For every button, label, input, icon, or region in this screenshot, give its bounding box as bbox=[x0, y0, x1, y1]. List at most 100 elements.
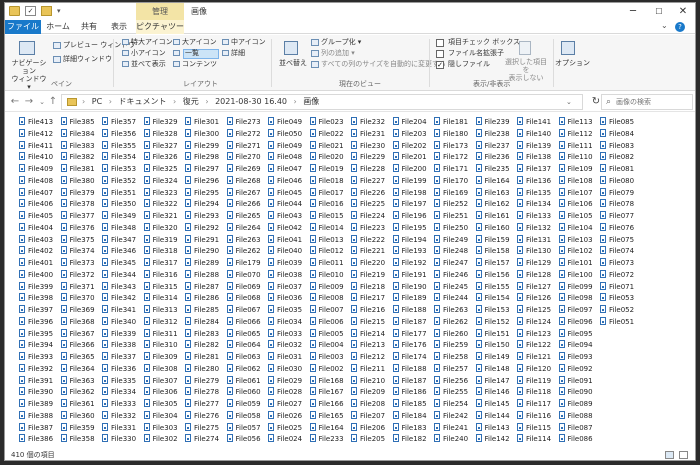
file-item[interactable]: File089 bbox=[558, 398, 593, 410]
file-item[interactable]: File227 bbox=[351, 175, 385, 187]
layout-content[interactable]: コンテンツ bbox=[182, 60, 217, 69]
file-item[interactable]: File014 bbox=[309, 222, 344, 234]
file-item[interactable]: File407 bbox=[19, 187, 53, 199]
file-item[interactable]: File274 bbox=[185, 433, 219, 445]
file-item[interactable]: File263 bbox=[226, 234, 261, 246]
file-item[interactable]: File015 bbox=[309, 210, 344, 222]
file-item[interactable]: File134 bbox=[517, 198, 551, 210]
file-item[interactable]: File125 bbox=[517, 304, 551, 316]
file-item[interactable]: File270 bbox=[226, 151, 261, 163]
file-item[interactable]: File085 bbox=[600, 116, 634, 128]
file-item[interactable]: File354 bbox=[102, 151, 136, 163]
file-item[interactable]: File404 bbox=[19, 222, 53, 234]
file-item[interactable]: File072 bbox=[600, 269, 634, 281]
quick-access-dropdown-icon[interactable]: ▾ bbox=[57, 6, 68, 16]
file-item[interactable]: File288 bbox=[185, 269, 219, 281]
file-item[interactable]: File076 bbox=[600, 222, 634, 234]
file-item[interactable]: File129 bbox=[517, 257, 551, 269]
file-item[interactable]: File291 bbox=[185, 234, 219, 246]
file-item[interactable]: File359 bbox=[60, 422, 95, 434]
file-item[interactable]: File265 bbox=[226, 210, 261, 222]
file-item[interactable]: File025 bbox=[268, 422, 302, 434]
file-item[interactable]: File339 bbox=[102, 328, 136, 340]
file-item[interactable]: File092 bbox=[558, 363, 593, 375]
details-view-button[interactable] bbox=[665, 451, 674, 459]
file-item[interactable]: File043 bbox=[268, 210, 302, 222]
file-item[interactable]: File411 bbox=[19, 140, 53, 152]
file-item[interactable]: File034 bbox=[268, 316, 302, 328]
file-item[interactable]: File131 bbox=[517, 234, 551, 246]
file-item[interactable]: File203 bbox=[392, 128, 427, 140]
file-item[interactable]: File117 bbox=[517, 398, 551, 410]
file-item[interactable]: File326 bbox=[143, 151, 178, 163]
file-item[interactable]: File413 bbox=[19, 116, 53, 128]
file-item[interactable]: File107 bbox=[558, 187, 593, 199]
file-item[interactable]: File199 bbox=[392, 175, 427, 187]
file-item[interactable]: File116 bbox=[517, 410, 551, 422]
file-item[interactable]: File403 bbox=[19, 234, 53, 246]
sort-button[interactable]: 並べ替え bbox=[279, 59, 307, 68]
file-item[interactable]: File133 bbox=[517, 210, 551, 222]
file-item[interactable]: File078 bbox=[600, 198, 634, 210]
file-item[interactable]: File044 bbox=[268, 198, 302, 210]
forward-arrow-icon[interactable]: → bbox=[23, 95, 35, 109]
file-item[interactable]: File069 bbox=[226, 281, 261, 293]
file-item[interactable]: File045 bbox=[268, 187, 302, 199]
file-item[interactable]: File200 bbox=[392, 163, 427, 175]
file-item[interactable]: File349 bbox=[102, 210, 136, 222]
file-item[interactable]: File215 bbox=[351, 316, 385, 328]
file-item[interactable]: File247 bbox=[434, 257, 468, 269]
file-item[interactable]: File344 bbox=[102, 269, 136, 281]
file-item[interactable]: File341 bbox=[102, 304, 136, 316]
file-item[interactable]: File166 bbox=[309, 398, 344, 410]
file-item[interactable]: File242 bbox=[434, 410, 468, 422]
file-item[interactable]: File164 bbox=[475, 175, 510, 187]
file-item[interactable]: File165 bbox=[309, 410, 344, 422]
file-item[interactable]: File080 bbox=[600, 175, 634, 187]
file-item[interactable]: File289 bbox=[185, 257, 219, 269]
file-item[interactable]: File156 bbox=[475, 269, 510, 281]
file-item[interactable]: File191 bbox=[392, 269, 427, 281]
file-item[interactable]: File123 bbox=[517, 328, 551, 340]
file-item[interactable]: File400 bbox=[19, 269, 53, 281]
file-item[interactable]: File099 bbox=[558, 281, 593, 293]
file-item[interactable]: File098 bbox=[558, 292, 593, 304]
file-item[interactable]: File358 bbox=[60, 433, 95, 445]
file-item[interactable]: File181 bbox=[434, 116, 468, 128]
file-item[interactable]: File187 bbox=[392, 316, 427, 328]
file-item[interactable]: File271 bbox=[226, 140, 261, 152]
file-item[interactable]: File064 bbox=[226, 339, 261, 351]
file-item[interactable]: File286 bbox=[185, 292, 219, 304]
ribbon-collapse-icon[interactable]: ⌄ bbox=[661, 21, 668, 30]
file-item[interactable]: File389 bbox=[19, 398, 53, 410]
file-item[interactable]: File316 bbox=[143, 269, 178, 281]
file-item[interactable]: File220 bbox=[351, 257, 385, 269]
file-item[interactable]: File047 bbox=[268, 163, 302, 175]
file-item[interactable]: File048 bbox=[268, 151, 302, 163]
file-item[interactable]: File212 bbox=[351, 351, 385, 363]
file-item[interactable]: File398 bbox=[19, 292, 53, 304]
file-item[interactable]: File364 bbox=[60, 363, 95, 375]
file-item[interactable]: File091 bbox=[558, 375, 593, 387]
file-item[interactable]: File170 bbox=[434, 175, 468, 187]
file-item[interactable]: File050 bbox=[268, 128, 302, 140]
file-item[interactable]: File319 bbox=[143, 234, 178, 246]
file-item[interactable]: File090 bbox=[558, 386, 593, 398]
file-item[interactable]: File391 bbox=[19, 375, 53, 387]
tab-file[interactable]: ファイル bbox=[5, 20, 41, 34]
file-item[interactable]: File356 bbox=[102, 128, 136, 140]
file-item[interactable]: File087 bbox=[558, 422, 593, 434]
file-item[interactable]: File323 bbox=[143, 187, 178, 199]
file-item[interactable]: File297 bbox=[185, 163, 219, 175]
file-item[interactable]: File067 bbox=[226, 304, 261, 316]
file-item[interactable]: File281 bbox=[185, 351, 219, 363]
file-item[interactable]: File230 bbox=[351, 140, 385, 152]
file-item[interactable]: File063 bbox=[226, 351, 261, 363]
file-item[interactable]: File248 bbox=[434, 245, 468, 257]
file-item[interactable]: File197 bbox=[392, 198, 427, 210]
file-item[interactable]: File027 bbox=[268, 398, 302, 410]
file-item[interactable]: File174 bbox=[392, 351, 427, 363]
file-item[interactable]: File109 bbox=[558, 163, 593, 175]
file-item[interactable]: File100 bbox=[558, 269, 593, 281]
file-item[interactable]: File277 bbox=[185, 398, 219, 410]
